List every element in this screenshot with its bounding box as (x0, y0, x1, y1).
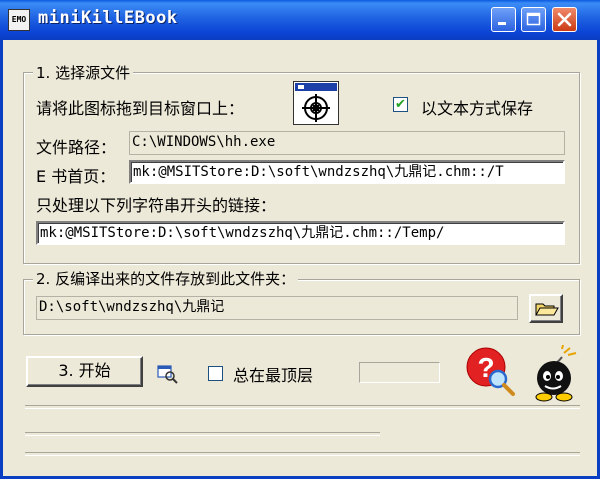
output-folder-field: D:\soft\wndzszhq\九鼎记 (36, 296, 518, 320)
ebook-home-input[interactable]: mk:@MSITStore:D:\soft\wndzszhq\九鼎记.chm::… (129, 160, 565, 184)
locate-window-icon (157, 365, 178, 384)
maximize-button[interactable] (521, 7, 546, 32)
save-as-text-checkbox[interactable]: ✔ (393, 97, 408, 112)
crosshair-target-icon (295, 83, 337, 122)
minimize-button[interactable] (491, 7, 516, 32)
minimize-icon (498, 22, 506, 25)
app-icon: EMO (8, 9, 30, 31)
locate-window-button[interactable] (157, 364, 179, 384)
always-on-top-checkbox[interactable] (208, 366, 223, 381)
maximize-icon (526, 12, 541, 26)
close-icon (557, 12, 572, 27)
ebook-home-label: E 书首页： (36, 167, 116, 186)
progress-track-1 (25, 405, 580, 409)
always-on-top-label[interactable]: 总在最顶层 (233, 362, 313, 386)
save-as-text-label[interactable]: 以文本方式保存 (421, 95, 533, 119)
close-button[interactable] (552, 7, 577, 32)
help-button[interactable]: ? (464, 345, 516, 397)
window-title: miniKillEBook (38, 8, 178, 28)
help-magnifier-icon: ? (466, 347, 515, 396)
file-path-label: 文件路径： (36, 138, 117, 157)
drag-instruction-label: 请将此图标拖到目标窗口上： (36, 99, 245, 118)
start-button[interactable]: 3. 开始 (26, 356, 143, 387)
title-bar[interactable]: EMO miniKillEBook (0, 0, 600, 40)
crosshair-drag-handle[interactable] (293, 81, 339, 125)
progress-track-2 (25, 432, 380, 436)
link-prefix-label: 只处理以下列字符串开头的链接： (36, 196, 277, 215)
bomb-kill-button[interactable] (526, 344, 586, 403)
bomb-icon (535, 344, 577, 402)
progress-track-3 (25, 452, 580, 456)
open-folder-icon (535, 303, 559, 316)
link-prefix-input[interactable]: mk:@MSITStore:D:\soft\wndzszhq\九鼎记.chm::… (36, 221, 565, 245)
status-box (359, 362, 440, 383)
file-path-field: C:\WINDOWS\hh.exe (129, 131, 565, 155)
app-window: EMO miniKillEBook 1. 选择源文件 请将此图标拖到目标窗口上：… (0, 0, 600, 479)
browse-folder-button[interactable] (529, 294, 563, 323)
source-file-group-title: 1. 选择源文件 (33, 62, 134, 83)
output-folder-group-title: 2. 反编译出来的文件存放到此文件夹： (33, 268, 299, 289)
